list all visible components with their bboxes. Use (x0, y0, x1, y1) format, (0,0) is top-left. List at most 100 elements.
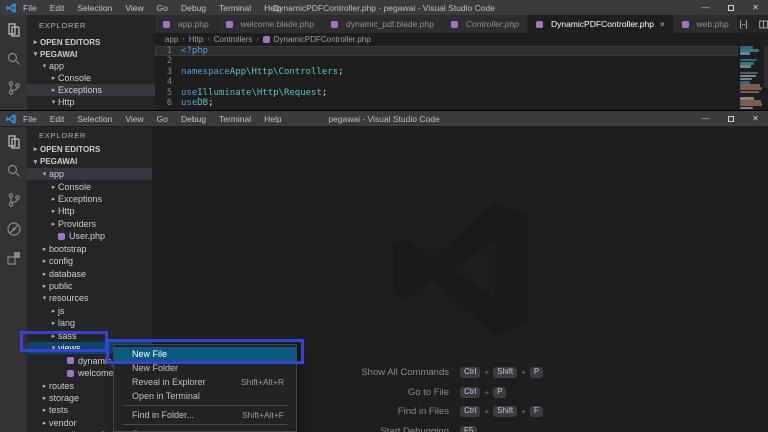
editor-area-top: app.php welcome.blade.php dynamic_pdf.blad… (155, 15, 768, 110)
tree-section-pegawai[interactable]: ▾ PEGAWAI (27, 155, 152, 167)
bottom-menu-file[interactable]: File (23, 114, 37, 124)
plus-separator: + (484, 407, 490, 417)
tree-item-providers[interactable]: ▸ Providers (27, 218, 152, 230)
code-line: 5 use Illuminate\Http\Request; (155, 88, 738, 98)
bottom-menu-go[interactable]: Go (157, 114, 168, 124)
source-control-icon[interactable] (6, 80, 22, 96)
top-menu-terminal[interactable]: Terminal (219, 3, 251, 13)
source-control-icon[interactable] (6, 192, 22, 208)
breadcrumb: app › Http › Controllers › DynamicPDFControlle… (155, 33, 768, 46)
breadcrumb-item[interactable]: app (165, 35, 178, 44)
tree-item-app[interactable]: ▾ app (27, 60, 155, 72)
minimap[interactable] (740, 46, 768, 110)
minimap-line (740, 58, 757, 62)
top-menu-edit[interactable]: Edit (50, 3, 65, 13)
tree-item-exceptions[interactable]: ▸ Exceptions (27, 84, 155, 96)
files-icon[interactable] (6, 22, 22, 38)
bottom-menu-selection[interactable]: Selection (77, 114, 112, 124)
screen: File Edit Selection View Go Debug Terminal Help… (0, 0, 768, 432)
chevron-right-icon: ▸ (51, 307, 56, 315)
top-menu-debug[interactable]: Debug (181, 3, 206, 13)
tree-item-bootstrap[interactable]: ▸ bootstrap (27, 243, 152, 255)
tree-item-http[interactable]: ▾ Http (27, 96, 155, 108)
tree-item-label: Console (58, 73, 92, 83)
breadcrumb-item[interactable]: DynamicPDFController.php (274, 35, 371, 44)
tree-item-database[interactable]: ▸ database (27, 267, 152, 279)
tree-item-label: PEGAWAI (40, 157, 78, 167)
menu-item-label: New File (132, 349, 168, 359)
tree-item-sass[interactable]: ▸ sass (27, 330, 152, 342)
activity-bar-top (0, 15, 27, 110)
tree-item-app[interactable]: ▾ app (27, 167, 152, 181)
tree-item-config[interactable]: ▸ config (27, 255, 152, 267)
bottom-menu-terminal[interactable]: Terminal (219, 114, 251, 124)
shortcut-keys: Ctrl + P (460, 386, 610, 398)
bottom-menu-view[interactable]: View (125, 114, 143, 124)
debug-icon[interactable] (6, 221, 22, 237)
close-button[interactable]: ✕ (743, 111, 768, 126)
tree-item-http[interactable]: ▸ Http (27, 205, 152, 217)
menu-item-open-in-terminal[interactable]: Open in Terminal (114, 389, 296, 403)
split-editor-icon[interactable] (738, 19, 749, 30)
tree-item-user.php[interactable]: User.php (27, 230, 152, 242)
scrollbar[interactable] (764, 46, 768, 88)
chevron-down-icon: ▾ (33, 51, 38, 58)
key-badge: Shift (493, 406, 518, 418)
key-badge: F (529, 406, 543, 418)
bottom-menu-debug[interactable]: Debug (181, 114, 206, 124)
tree-item-resources[interactable]: ▾ resources (27, 292, 152, 304)
bottom-menu-edit[interactable]: Edit (50, 114, 65, 124)
php-file-icon (330, 20, 338, 28)
tree-item-console[interactable]: ▸ Console (27, 72, 155, 84)
php-file-icon (67, 369, 74, 377)
menu-item-cut[interactable]: CutCtrl+X (114, 427, 296, 431)
tab-welcome.blade.php[interactable]: welcome.blade.php (217, 15, 323, 33)
code-editor[interactable]: 1 <?php 2 3 namespace App\Http\Controllers; 4… (155, 46, 738, 110)
bottom-menu-help[interactable]: Help (264, 114, 281, 124)
breadcrumb-item[interactable]: Http (189, 35, 204, 44)
tree-item-public[interactable]: ▸ public (27, 280, 152, 292)
tree-item-js[interactable]: ▸ js (27, 305, 152, 317)
search-icon[interactable] (6, 51, 22, 67)
minimize-button[interactable]: — (693, 111, 718, 126)
menu-item-reveal-in-explorer[interactable]: Reveal in Explorer Shift+Alt+R (114, 375, 296, 389)
chevron-down-icon: ▾ (42, 171, 47, 179)
minimize-button[interactable]: — (693, 0, 718, 15)
menu-item-new-file[interactable]: New File (114, 347, 296, 361)
tree-item-lang[interactable]: ▸ lang (27, 317, 152, 329)
tree-section-pegawai[interactable]: ▾ PEGAWAI (27, 48, 155, 60)
search-icon[interactable] (6, 163, 22, 179)
tree-item-console[interactable]: ▸ Console (27, 180, 152, 192)
editor-layout-icon[interactable] (758, 19, 768, 30)
restore-button[interactable] (718, 0, 743, 15)
tree-item-exceptions[interactable]: ▸ Exceptions (27, 193, 152, 205)
window-controls-bottom: — ✕ (693, 111, 768, 126)
top-menu-help[interactable]: Help (264, 3, 281, 13)
top-menu-view[interactable]: View (125, 3, 143, 13)
tree-section-open-editors[interactable]: ▸ OPEN EDITORS (27, 143, 152, 155)
tree-section-open-editors[interactable]: ▸ OPEN EDITORS (27, 36, 155, 48)
code-token: ; (338, 66, 344, 77)
files-icon[interactable] (6, 134, 22, 150)
menu-item-new-folder[interactable]: New Folder (114, 361, 296, 375)
chevron-right-icon: › (256, 36, 259, 43)
top-menu-selection[interactable]: Selection (77, 3, 112, 13)
line-number: 4 (166, 77, 172, 88)
close-button[interactable]: ✕ (743, 0, 768, 15)
breadcrumb-item[interactable]: Controllers (214, 35, 253, 44)
tree-item-label: bootstrap (49, 243, 87, 254)
menu-item-find-in-folder-[interactable]: Find in Folder... Shift+Alt+F (114, 408, 296, 422)
tab-dynamic_pdf.blade.php[interactable]: dynamic_pdf.blade.php (322, 15, 443, 33)
php-file-icon (225, 20, 233, 28)
top-menu-go[interactable]: Go (157, 3, 168, 13)
tab-web.php[interactable]: web.php (673, 15, 738, 33)
tab-dynamicpdfcontroller.php[interactable]: DynamicPDFController.php × (527, 15, 674, 33)
top-menu-file[interactable]: File (23, 3, 37, 13)
tab-controller.php[interactable]: Controller.php (442, 15, 528, 33)
key-badge: F5 (460, 425, 478, 432)
tree-item-label: PEGAWAI (40, 49, 78, 59)
close-icon[interactable]: × (660, 20, 665, 29)
restore-button[interactable] (718, 111, 743, 126)
tab-app.php[interactable]: app.php (155, 15, 218, 33)
extensions-icon[interactable] (6, 250, 22, 266)
